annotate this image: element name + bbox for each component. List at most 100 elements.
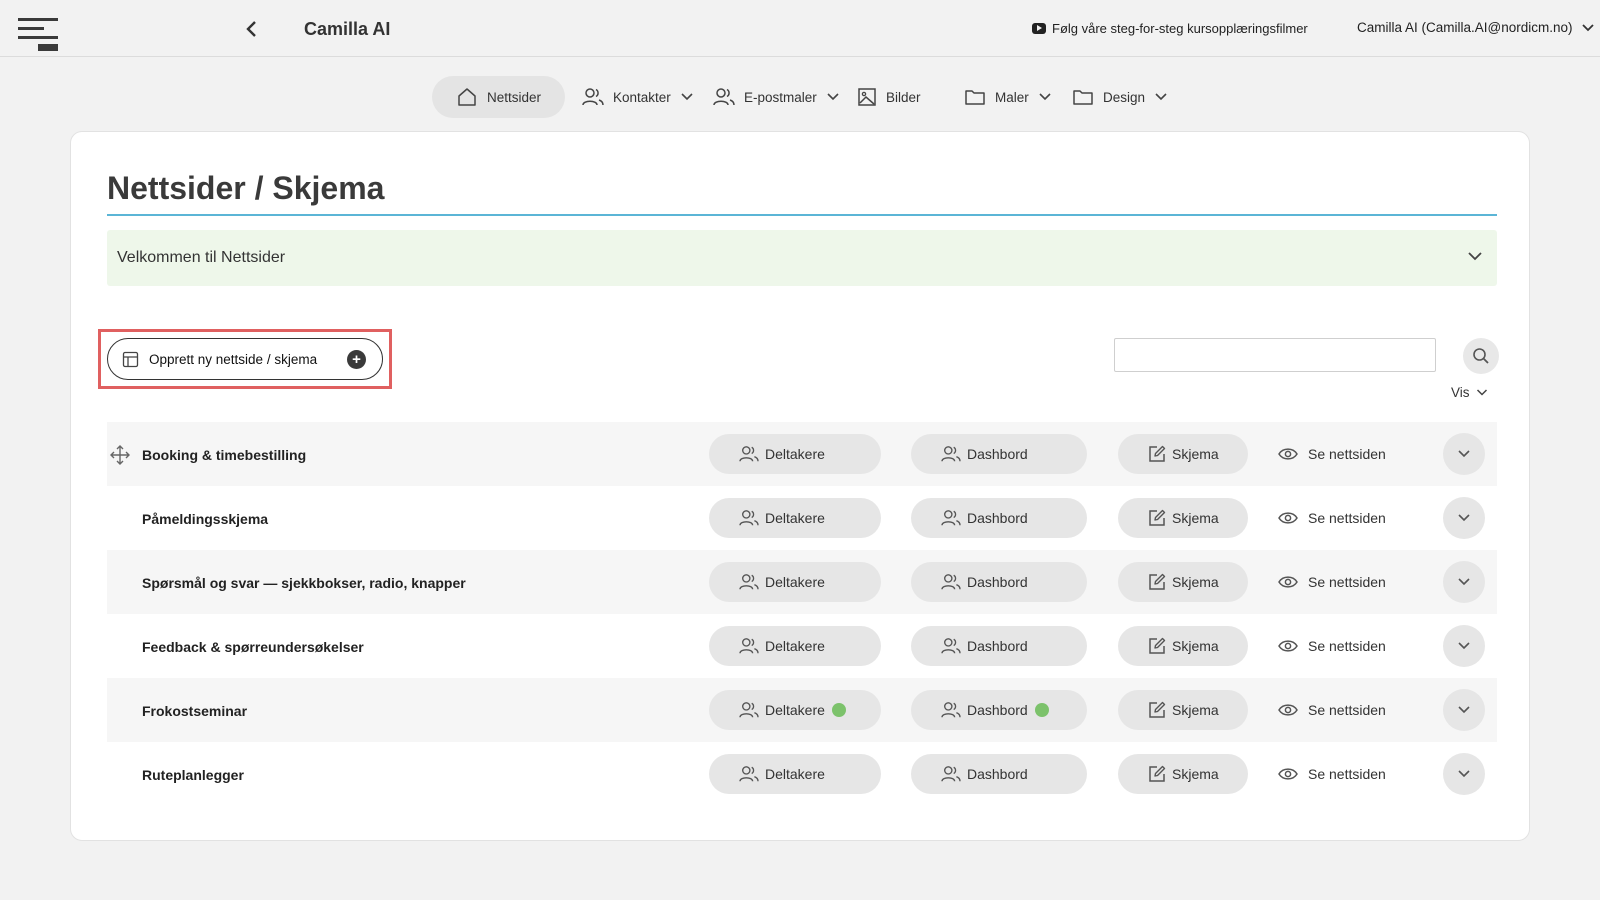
dashboard-label: Dashbord [967,702,1028,718]
dashboard-button[interactable]: Dashbord [911,434,1087,474]
pages-list: Booking & timebestilling Deltakere Dashb… [107,422,1497,806]
row-expand-button[interactable] [1443,561,1485,603]
dashboard-button[interactable]: Dashbord [911,562,1087,602]
nav-item-maler[interactable]: Maler [964,76,1052,118]
users-icon [739,574,759,590]
view-page-link[interactable]: Se nettsiden [1278,498,1386,538]
view-page-link[interactable]: Se nettsiden [1278,690,1386,730]
form-label: Skjema [1172,574,1219,590]
view-page-link[interactable]: Se nettsiden [1278,434,1386,474]
eye-icon [1278,704,1298,716]
nav-item-label: Bilder [886,89,921,105]
dashboard-button[interactable]: Dashbord [911,498,1087,538]
row-expand-button[interactable] [1443,625,1485,667]
view-page-label: Se nettsiden [1308,574,1386,590]
participants-button[interactable]: Deltakere [709,562,881,602]
video-icon [1032,23,1046,34]
form-button[interactable]: Skjema [1118,690,1248,730]
chevron-down-icon [1458,706,1470,714]
top-bar: Camilla AI Følg våre steg-for-steg kurso… [0,0,1600,57]
participants-button[interactable]: Deltakere [709,754,881,794]
tutorial-link[interactable]: Følg våre steg-for-steg kursopplæringsfi… [1032,21,1308,36]
search-icon [1473,348,1489,364]
users-icon [739,510,759,526]
edit-icon [1149,765,1166,782]
main-card: Nettsider / Skjema Velkommen til Nettsid… [70,131,1530,841]
chevron-down-icon [1155,93,1167,101]
view-page-link[interactable]: Se nettsiden [1278,626,1386,666]
create-page-button[interactable]: Opprett ny nettside / skjema + [107,338,383,380]
chevron-down-icon [827,93,839,101]
nav-item-e-postmaler[interactable]: E-postmaler [713,76,840,118]
edit-icon [1149,509,1166,526]
view-page-label: Se nettsiden [1308,510,1386,526]
chevron-down-icon [1458,450,1470,458]
participants-button[interactable]: Deltakere [709,434,881,474]
view-page-link[interactable]: Se nettsiden [1278,562,1386,602]
eye-icon [1278,512,1298,524]
search-button[interactable] [1463,338,1499,374]
search-input[interactable] [1114,338,1436,372]
eye-icon [1278,768,1298,780]
form-label: Skjema [1172,702,1219,718]
title-divider [107,214,1497,216]
view-page-label: Se nettsiden [1308,766,1386,782]
eye-icon [1278,576,1298,588]
welcome-accordion[interactable]: Velkommen til Nettsider [107,230,1497,286]
form-label: Skjema [1172,766,1219,782]
row-expand-button[interactable] [1443,689,1485,731]
dashboard-button[interactable]: Dashbord [911,754,1087,794]
dashboard-label: Dashbord [967,446,1028,462]
drag-handle-icon[interactable] [110,445,130,465]
users-icon [739,446,759,462]
page-row: Feedback & spørreundersøkelser Deltakere… [107,614,1497,678]
back-icon[interactable] [242,18,262,40]
form-button[interactable]: Skjema [1118,498,1248,538]
chevron-down-icon [1458,770,1470,778]
chevron-down-icon [1468,252,1482,261]
participants-button[interactable]: Deltakere [709,498,881,538]
participants-button[interactable]: Deltakere [709,626,881,666]
page-row: Spørsmål og svar — sjekkbokser, radio, k… [107,550,1497,614]
users-icon [941,638,961,654]
nav-item-kontakter[interactable]: Kontakter [582,76,694,118]
participants-label: Deltakere [765,638,825,654]
edit-icon [1149,573,1166,590]
form-label: Skjema [1172,510,1219,526]
row-expand-button[interactable] [1443,433,1485,475]
chevron-down-icon [1476,389,1487,396]
dashboard-label: Dashbord [967,766,1028,782]
eye-icon [1278,448,1298,460]
form-button[interactable]: Skjema [1118,626,1248,666]
page-row: Ruteplanlegger Deltakere Dashbord Skjema… [107,742,1497,806]
nav-item-bilder[interactable]: Bilder [857,76,921,118]
users-icon [582,88,604,106]
view-page-link[interactable]: Se nettsiden [1278,754,1386,794]
dashboard-button[interactable]: Dashbord [911,626,1087,666]
edit-icon [1149,445,1166,462]
page-name: Påmeldingsskjema [142,511,269,527]
dashboard-label: Dashbord [967,510,1028,526]
plus-icon: + [347,350,366,369]
view-options-toggle[interactable]: Vis [1451,385,1488,400]
form-button[interactable]: Skjema [1118,562,1248,602]
participants-label: Deltakere [765,766,825,782]
row-expand-button[interactable] [1443,497,1485,539]
users-icon [713,88,735,106]
nav-item-design[interactable]: Design [1072,76,1168,118]
form-button[interactable]: Skjema [1118,434,1248,474]
page-name: Booking & timebestilling [142,447,307,463]
nav-item-nettsider[interactable]: Nettsider [432,76,565,118]
participants-button[interactable]: Deltakere [709,690,881,730]
users-icon [941,510,961,526]
dashboard-button[interactable]: Dashbord [911,690,1087,730]
user-name: Camilla AI (Camilla.AI@nordicm.no) [1357,20,1573,35]
page-name: Spørsmål og svar — sjekkbokser, radio, k… [142,575,466,591]
form-button[interactable]: Skjema [1118,754,1248,794]
chevron-down-icon [681,93,693,101]
main-nav: Nettsider Kontakter E-postmaler Bilder M… [0,76,1600,118]
chevron-down-icon [1458,642,1470,650]
row-expand-button[interactable] [1443,753,1485,795]
menu-icon[interactable] [18,18,58,52]
user-menu[interactable]: Camilla AI (Camilla.AI@nordicm.no) [1357,20,1595,35]
